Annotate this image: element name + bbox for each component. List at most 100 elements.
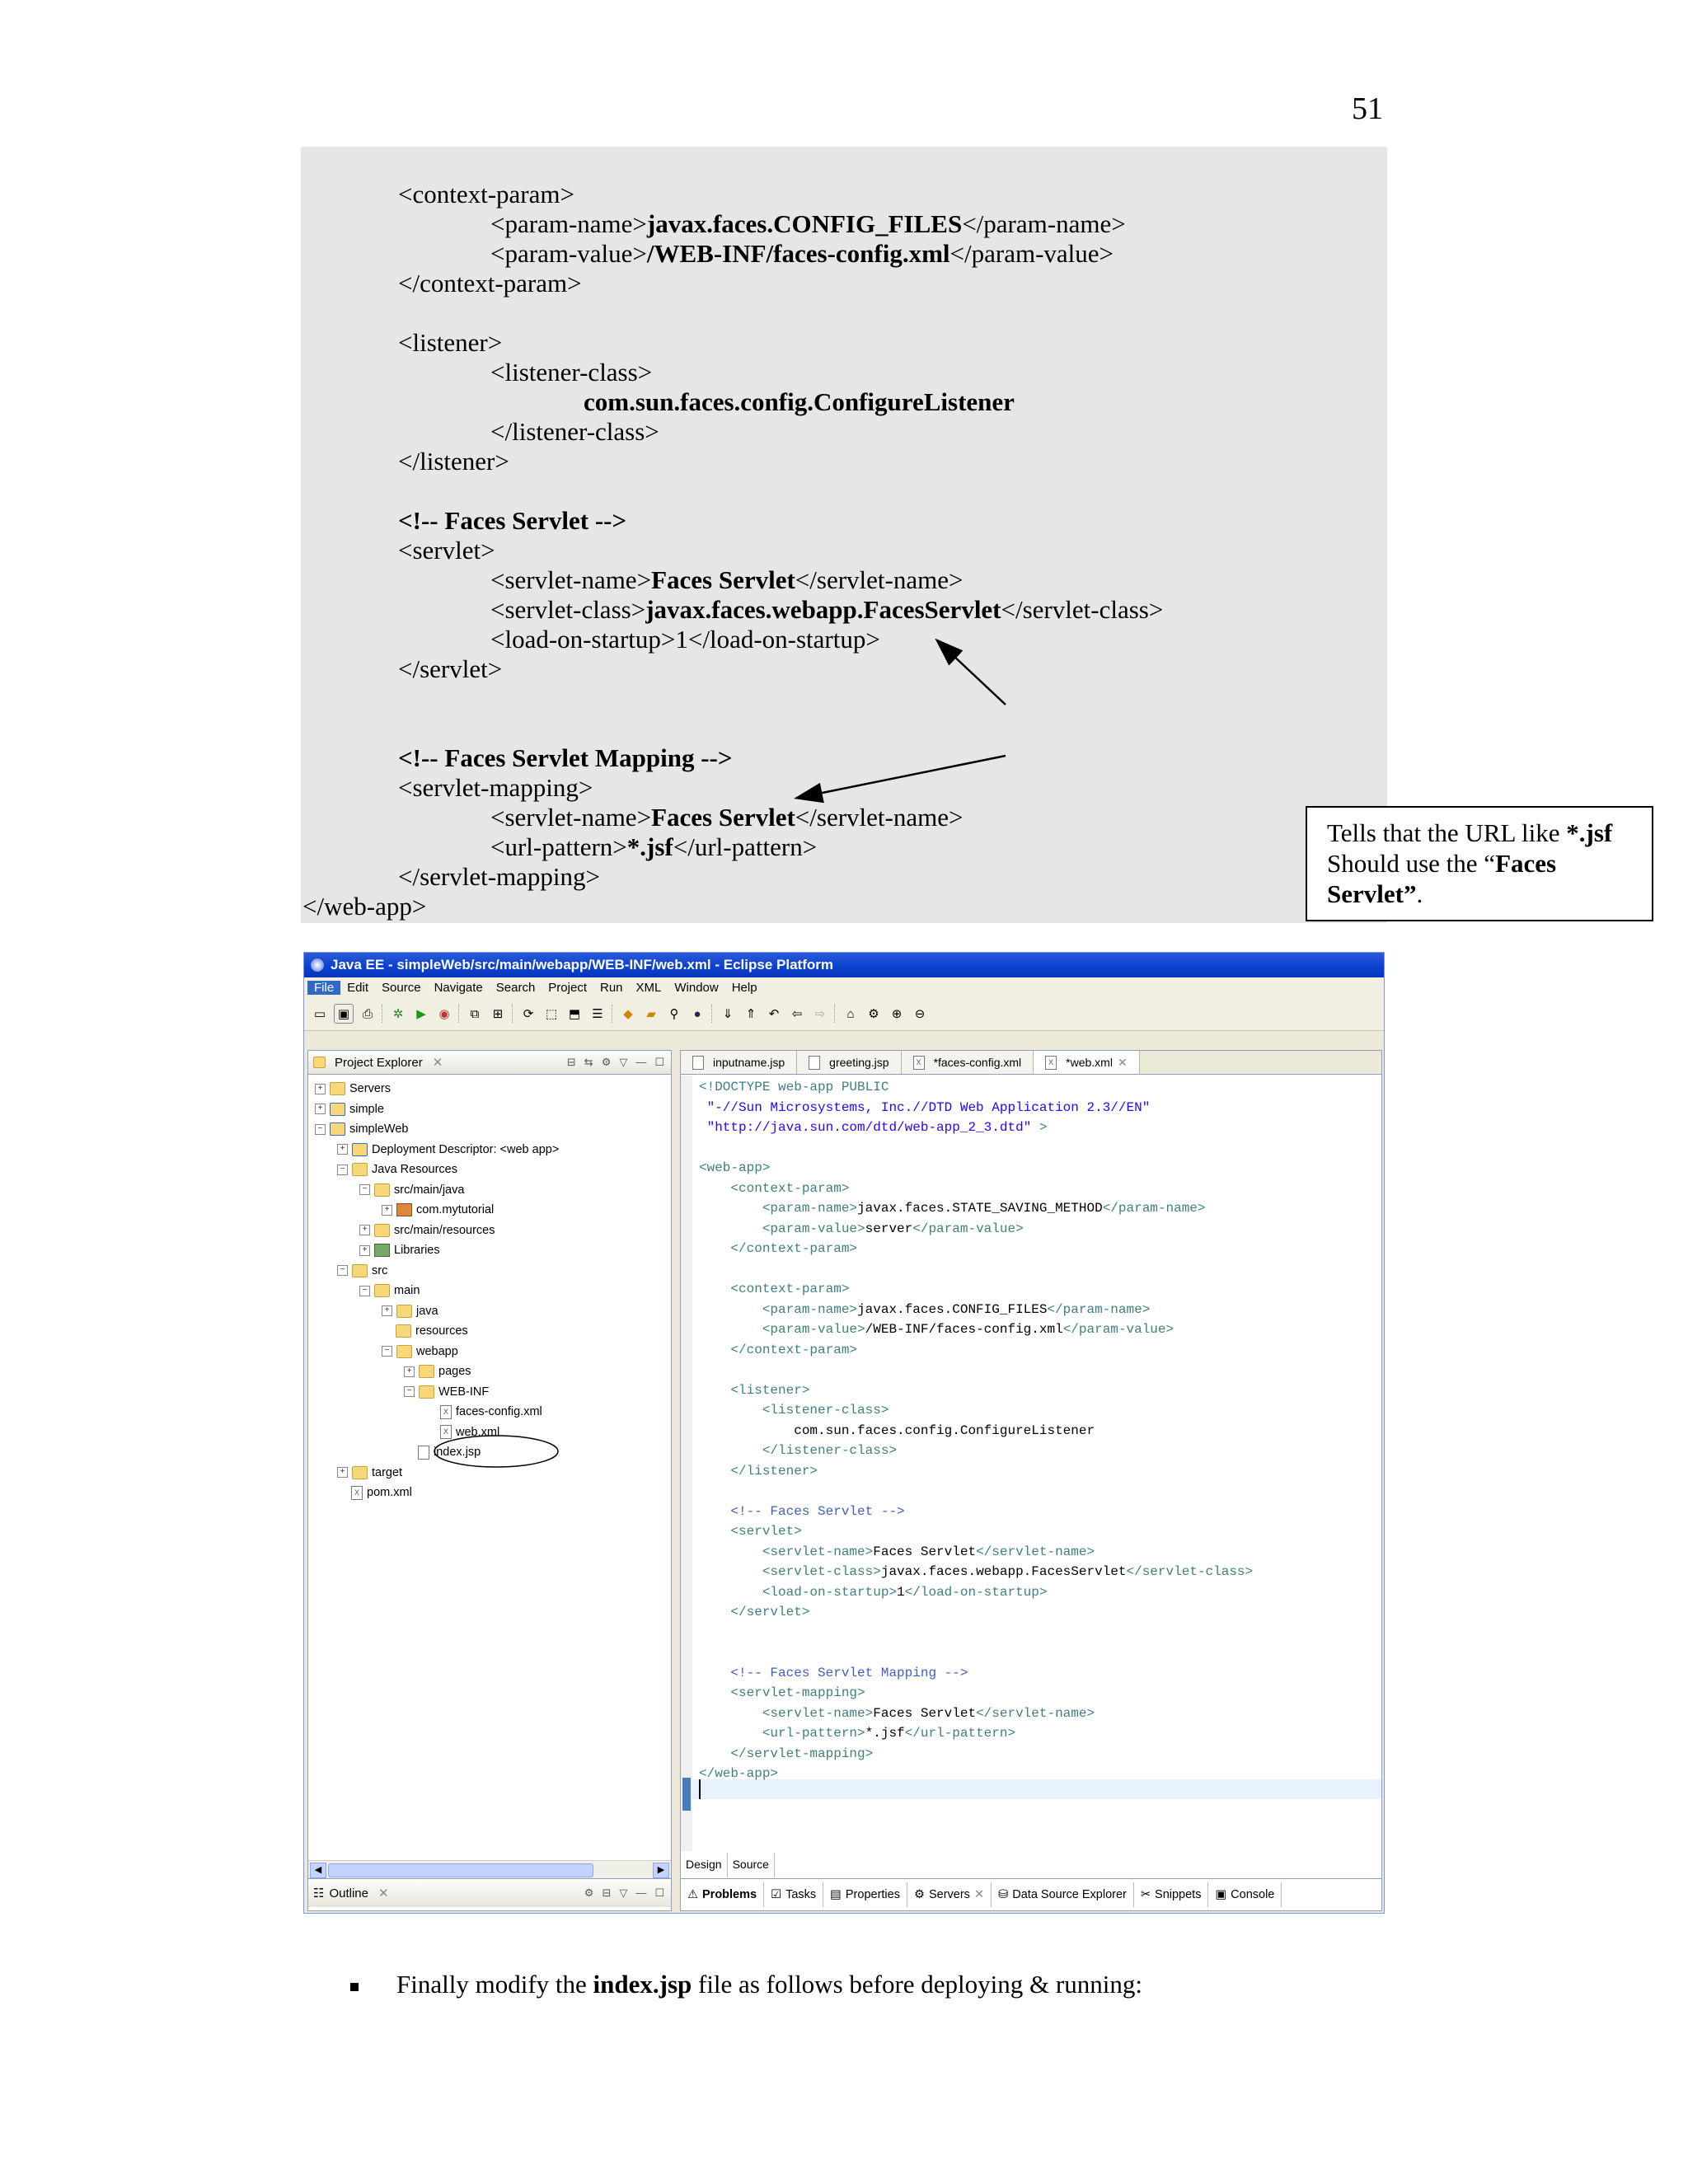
menu-window[interactable]: Window — [668, 981, 724, 995]
tree-item[interactable]: + Deployment Descriptor: <web app> — [337, 1140, 559, 1160]
close-icon[interactable]: ✕ — [974, 1888, 984, 1901]
tab-design[interactable]: Design — [681, 1853, 728, 1877]
expand-icon[interactable]: + — [359, 1244, 370, 1256]
collapse-all-icon[interactable]: ⊟ — [567, 1056, 576, 1069]
scroll-left-icon[interactable]: ◀ — [310, 1863, 326, 1878]
tree-item[interactable]: + simple — [315, 1099, 384, 1119]
external-tools-icon[interactable]: ◉ — [435, 1005, 453, 1023]
task-icon[interactable]: ☰ — [588, 1005, 607, 1023]
tab-console[interactable]: ▣ Console — [1208, 1882, 1282, 1907]
tree-item[interactable]: − Java Resources — [337, 1160, 457, 1179]
tree-item[interactable]: + java — [382, 1301, 438, 1321]
collapse-icon[interactable]: − — [337, 1265, 348, 1276]
filter-icon[interactable]: ⚙ — [602, 1056, 612, 1069]
close-icon[interactable]: ✕ — [433, 1055, 443, 1070]
menu-project[interactable]: Project — [542, 981, 593, 995]
tree-item[interactable]: + src/main/resources — [359, 1221, 495, 1240]
tab-servers[interactable]: ⚙ Servers ✕ — [907, 1882, 992, 1907]
editor-text-area[interactable]: <!DOCTYPE web-app PUBLIC "-//Sun Microsy… — [681, 1076, 1381, 1851]
maximize-icon[interactable]: ⊕ — [888, 1005, 906, 1023]
editor-tab[interactable]: greeting.jsp — [797, 1051, 902, 1074]
maximize-icon[interactable]: ☐ — [654, 1056, 664, 1069]
editor-tab[interactable]: X *web.xml ✕ — [1034, 1051, 1140, 1074]
expand-icon[interactable]: + — [359, 1225, 370, 1235]
tree-item[interactable]: − WEB-INF — [404, 1382, 489, 1402]
tree-item[interactable]: + com.mytutorial — [382, 1200, 494, 1220]
menu-help[interactable]: Help — [725, 981, 764, 995]
save-icon[interactable]: ▣ — [334, 1004, 354, 1024]
collapse-icon[interactable]: − — [359, 1285, 370, 1296]
menu-edit[interactable]: Edit — [340, 981, 375, 995]
run-icon[interactable]: ▶ — [412, 1005, 430, 1023]
tree-item[interactable]: − src — [337, 1261, 387, 1281]
editor-tab[interactable]: inputname.jsp — [681, 1051, 798, 1074]
new-class-icon[interactable]: ⊞ — [489, 1005, 507, 1023]
expand-icon[interactable]: + — [382, 1305, 392, 1316]
tree-item[interactable]: + target — [337, 1463, 402, 1483]
collapse-icon[interactable]: − — [404, 1386, 415, 1397]
tree-item[interactable]: − main — [359, 1281, 420, 1301]
tree-item[interactable]: + Servers — [315, 1079, 391, 1099]
menu-source[interactable]: Source — [375, 981, 428, 995]
last-edit-icon[interactable]: ↶ — [765, 1005, 783, 1023]
publish-icon[interactable]: ⬒ — [565, 1005, 584, 1023]
tree-item[interactable]: index.jsp — [404, 1442, 481, 1462]
menu-navigate[interactable]: Navigate — [428, 981, 490, 995]
previous-annotation-icon[interactable]: ⇑ — [742, 1005, 760, 1023]
view-menu-icon[interactable]: ▽ — [619, 1886, 627, 1900]
outline-tab[interactable]: ☷ Outline ✕ ⚙ ⊟ ▽ — ☐ — [308, 1879, 671, 1907]
menu-run[interactable]: Run — [593, 981, 630, 995]
expand-icon[interactable]: + — [404, 1366, 415, 1377]
search-icon[interactable]: ⚲ — [665, 1005, 683, 1023]
tab-source[interactable]: Source — [727, 1853, 775, 1877]
next-annotation-icon[interactable]: ⇓ — [719, 1005, 737, 1023]
tab-properties[interactable]: ▤ Properties — [823, 1882, 907, 1907]
minimize-icon[interactable]: ⊖ — [911, 1005, 929, 1023]
refresh-icon[interactable]: ⟳ — [519, 1005, 537, 1023]
open-type-icon[interactable]: ◆ — [619, 1005, 637, 1023]
scroll-thumb[interactable] — [328, 1863, 593, 1877]
tree-item[interactable]: − webapp — [382, 1342, 458, 1361]
minimize-icon[interactable]: — — [635, 1886, 646, 1900]
globe-icon[interactable]: ● — [688, 1005, 706, 1023]
debug-icon[interactable]: ✲ — [389, 1005, 407, 1023]
link-editor-icon[interactable]: ⇆ — [584, 1056, 593, 1069]
minimize-icon[interactable]: — — [635, 1056, 646, 1069]
expand-icon[interactable]: + — [337, 1467, 348, 1478]
tree-item[interactable]: + pages — [404, 1361, 471, 1381]
tree-item[interactable]: resources — [382, 1321, 468, 1341]
project-explorer-tab[interactable]: Project Explorer ✕ ⊟ ⇆ ⚙ ▽ — ☐ — [308, 1051, 671, 1075]
deploy-icon[interactable]: ⬚ — [542, 1005, 560, 1023]
expand-icon[interactable]: + — [382, 1204, 392, 1216]
tree-item[interactable]: − src/main/java — [359, 1180, 464, 1200]
collapse-icon[interactable]: − — [359, 1184, 370, 1195]
close-icon[interactable]: ✕ — [378, 1886, 389, 1900]
expand-icon[interactable]: + — [337, 1144, 348, 1155]
back-icon[interactable]: ⇦ — [788, 1005, 806, 1023]
collapse-icon[interactable]: − — [382, 1346, 392, 1357]
filter-icon[interactable]: ⚙ — [584, 1886, 594, 1900]
view-menu-icon[interactable]: ▽ — [619, 1056, 627, 1069]
tree-item[interactable]: − simpleWeb — [315, 1119, 408, 1139]
menu-xml[interactable]: XML — [630, 981, 668, 995]
tree-item[interactable]: Xfaces-config.xml — [426, 1402, 542, 1422]
menu-file[interactable]: File — [307, 980, 341, 995]
expand-icon[interactable]: + — [315, 1083, 326, 1094]
forward-icon[interactable]: ⇨ — [811, 1005, 829, 1023]
menu-search[interactable]: Search — [490, 981, 542, 995]
expand-icon[interactable]: + — [315, 1104, 326, 1114]
new-server-icon[interactable]: ⧉ — [466, 1005, 484, 1023]
tree-item[interactable]: Xpom.xml — [337, 1483, 412, 1502]
print-icon[interactable]: ⎙ — [359, 1005, 377, 1023]
close-icon[interactable]: ✕ — [1118, 1056, 1128, 1070]
scroll-right-icon[interactable]: ▶ — [653, 1863, 669, 1878]
new-icon[interactable]: ▭ — [311, 1005, 329, 1023]
perspective-icon[interactable]: ⌂ — [842, 1005, 860, 1023]
tree-item[interactable]: Xweb.xml — [426, 1422, 499, 1442]
editor-tab[interactable]: X *faces-config.xml — [901, 1051, 1034, 1074]
collapse-all-icon[interactable]: ⊟ — [602, 1886, 611, 1900]
tab-snippets[interactable]: ✂ Snippets — [1134, 1882, 1209, 1907]
tab-problems[interactable]: ⚠ Problems — [681, 1882, 765, 1907]
tab-tasks[interactable]: ☑ Tasks — [764, 1882, 824, 1907]
tab-data-source-explorer[interactable]: ⛁ Data Source Explorer — [992, 1882, 1134, 1907]
